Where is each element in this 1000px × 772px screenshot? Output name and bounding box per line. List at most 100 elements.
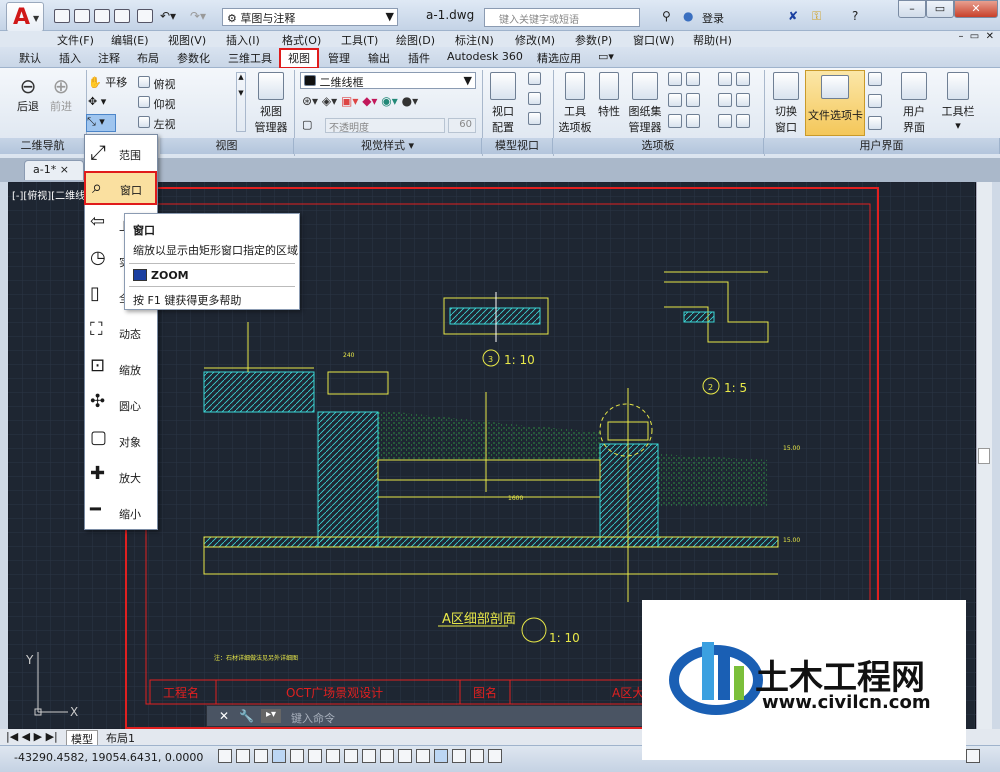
visual-style-selector[interactable]: 二维线框 ▼ <box>300 72 476 89</box>
tab-annotate[interactable]: 注释 <box>98 50 120 66</box>
polar-icon[interactable] <box>290 749 304 763</box>
visual-style-tools[interactable]: ⊛▾ ◈▾ ▣▾ ◆▾ ◉▾ ●▾ <box>302 94 418 108</box>
viewport-label[interactable]: [-][俯视][二维线 <box>12 187 85 202</box>
panel-label-palettes[interactable]: 选项板 <box>553 138 764 154</box>
switch-window-button[interactable]: 切换 窗口 <box>768 72 804 135</box>
tab-output[interactable]: 输出 <box>368 50 390 66</box>
view-left[interactable]: 左视 <box>138 116 176 132</box>
scrollbar-thumb[interactable] <box>978 448 990 464</box>
tab-layout[interactable]: 布局 <box>137 50 159 66</box>
menu-format[interactable]: 格式(O) <box>282 32 321 48</box>
panel-label-visual-styles[interactable]: 视觉样式 ▾ <box>294 138 482 154</box>
workspace-selector[interactable]: ⚙ 草图与注释 ▼ <box>222 8 398 26</box>
maximize-button[interactable]: ▭ <box>926 0 954 18</box>
exchange-icon[interactable]: ✘ <box>788 9 798 23</box>
new-file-icon[interactable] <box>54 9 70 23</box>
snap-icon[interactable] <box>236 749 250 763</box>
undo-icon[interactable]: ↶▾ <box>160 9 176 23</box>
menu-draw[interactable]: 绘图(D) <box>396 32 435 48</box>
menu-window[interactable]: 窗口(W) <box>633 32 674 48</box>
help-icon[interactable]: ? <box>852 9 858 23</box>
zoom-dynamic-item[interactable]: ⛶ 动态 <box>84 315 156 349</box>
document-tab-a1[interactable]: a-1* × <box>24 160 84 180</box>
infer-constraints-icon[interactable] <box>218 749 232 763</box>
login-button[interactable]: 登录 <box>702 10 724 26</box>
tool-palette-button[interactable]: 工具 选项板 <box>555 72 595 135</box>
move-icon[interactable] <box>488 749 502 763</box>
layout-tiles[interactable] <box>868 72 882 138</box>
coordinates-readout[interactable]: -43290.4582, 19054.6431, 0.0000 <box>14 751 203 764</box>
ortho-icon[interactable] <box>272 749 286 763</box>
zoom-object-item[interactable]: ▢ 对象 <box>84 423 156 457</box>
zoom-out-item[interactable]: ━ 缩小 <box>84 495 156 529</box>
view-bottom[interactable]: 仰视 <box>138 96 176 112</box>
menu-parametric[interactable]: 参数(P) <box>575 32 612 48</box>
tab-manage[interactable]: 管理 <box>328 50 350 66</box>
print-icon[interactable] <box>137 9 153 23</box>
pan-button[interactable]: ✋ 平移 <box>88 74 127 90</box>
save-as-icon[interactable] <box>114 9 130 23</box>
orbit-button[interactable]: ✥ ▾ <box>88 95 106 108</box>
wrench-icon[interactable]: 🔧 <box>239 709 254 723</box>
3dosnap-icon[interactable] <box>326 749 340 763</box>
tab-plugins[interactable]: 插件 <box>408 50 430 66</box>
palette-tools[interactable] <box>668 72 700 135</box>
panel-label-ui[interactable]: 用户界面 <box>764 138 1000 154</box>
prompt-icon[interactable]: ▸▾ <box>261 709 281 723</box>
connect-icon[interactable]: ⚿ <box>812 9 821 24</box>
search-input[interactable]: 键入关键字或短语 <box>484 8 640 27</box>
view-manager-button[interactable]: 视图 管理器 <box>252 72 290 135</box>
zoom-in-item[interactable]: ✚ 放大 <box>84 459 156 493</box>
redo-icon[interactable]: ↷▾ <box>190 9 206 23</box>
save-icon[interactable] <box>94 9 110 23</box>
properties-button[interactable]: 特性 <box>594 72 624 119</box>
menu-help[interactable]: 帮助(H) <box>693 32 732 48</box>
zoom-window-item[interactable]: ⌕ 窗口 <box>84 171 157 205</box>
view-list-scrollbar[interactable]: ▲ ▼ <box>236 72 246 132</box>
panel-label-view[interactable]: 视图 <box>160 138 294 154</box>
tab-featured-apps[interactable]: 精选应用 <box>537 50 581 66</box>
menu-view[interactable]: 视图(V) <box>168 32 206 48</box>
lineweight-icon[interactable] <box>398 749 412 763</box>
panel-label-model-viewport[interactable]: 模型视口 <box>482 138 553 154</box>
sheetset-button[interactable]: 图纸集 管理器 <box>626 72 664 135</box>
tab-3d-tools[interactable]: 三维工具 <box>228 50 272 66</box>
back-button[interactable]: ⊖ 后退 <box>12 74 44 114</box>
osnap-icon[interactable] <box>308 749 322 763</box>
menu-dimension[interactable]: 标注(N) <box>455 32 494 48</box>
tab-parametric[interactable]: 参数化 <box>177 50 210 66</box>
panel-label-nav2d[interactable]: 二维导航 <box>0 138 86 154</box>
menu-edit[interactable]: 编辑(E) <box>111 32 149 48</box>
forward-button[interactable]: ⊕ 前进 <box>45 74 77 114</box>
layout-nav-arrows[interactable]: |◀ ◀ ▶ ▶| <box>6 730 58 743</box>
dyn-icon[interactable] <box>380 749 394 763</box>
grid-icon[interactable] <box>254 749 268 763</box>
application-menu-button[interactable]: A ▼ <box>6 2 44 32</box>
lock-icon[interactable] <box>966 749 980 763</box>
viewport-tools[interactable] <box>528 72 541 132</box>
zoom-center-item[interactable]: ✣ 圆心 <box>84 387 156 421</box>
close-icon[interactable]: × <box>60 163 69 176</box>
close-button[interactable]: ✕ <box>954 0 998 18</box>
mdi-window-controls[interactable]: – ▭ ✕ <box>958 31 994 42</box>
toolbars-button[interactable]: 工具栏 ▾ <box>940 72 976 132</box>
zoom-dropdown-button[interactable]: ⤡ ▾ <box>86 114 116 132</box>
open-file-icon[interactable] <box>74 9 90 23</box>
tab-default[interactable]: 默认 <box>19 50 41 66</box>
menu-tools[interactable]: 工具(T) <box>341 32 378 48</box>
zoom-extents-item[interactable]: ⤢ 范围 <box>84 136 156 170</box>
user-interface-button[interactable]: 用户 界面 <box>896 72 932 135</box>
command-line[interactable]: ✕ 🔧 ▸▾ 键入命令 <box>206 705 644 727</box>
close-icon[interactable]: ✕ <box>219 709 229 723</box>
minimize-button[interactable]: – <box>898 0 926 18</box>
ducs-icon[interactable] <box>362 749 376 763</box>
tab-autodesk-360[interactable]: Autodesk 360 <box>447 50 523 63</box>
annotation-monitor-icon[interactable] <box>470 749 484 763</box>
opacity-value[interactable]: 60 <box>448 118 476 133</box>
binoculars-icon[interactable]: ⚲ <box>662 9 671 23</box>
viewport-config-button[interactable]: 视口 配置 <box>486 72 520 135</box>
menu-insert[interactable]: 插入(I) <box>226 32 260 48</box>
menu-modify[interactable]: 修改(M) <box>515 32 555 48</box>
quick-properties-icon[interactable] <box>434 749 448 763</box>
file-tabs-button[interactable]: 文件选项卡 <box>805 70 865 136</box>
